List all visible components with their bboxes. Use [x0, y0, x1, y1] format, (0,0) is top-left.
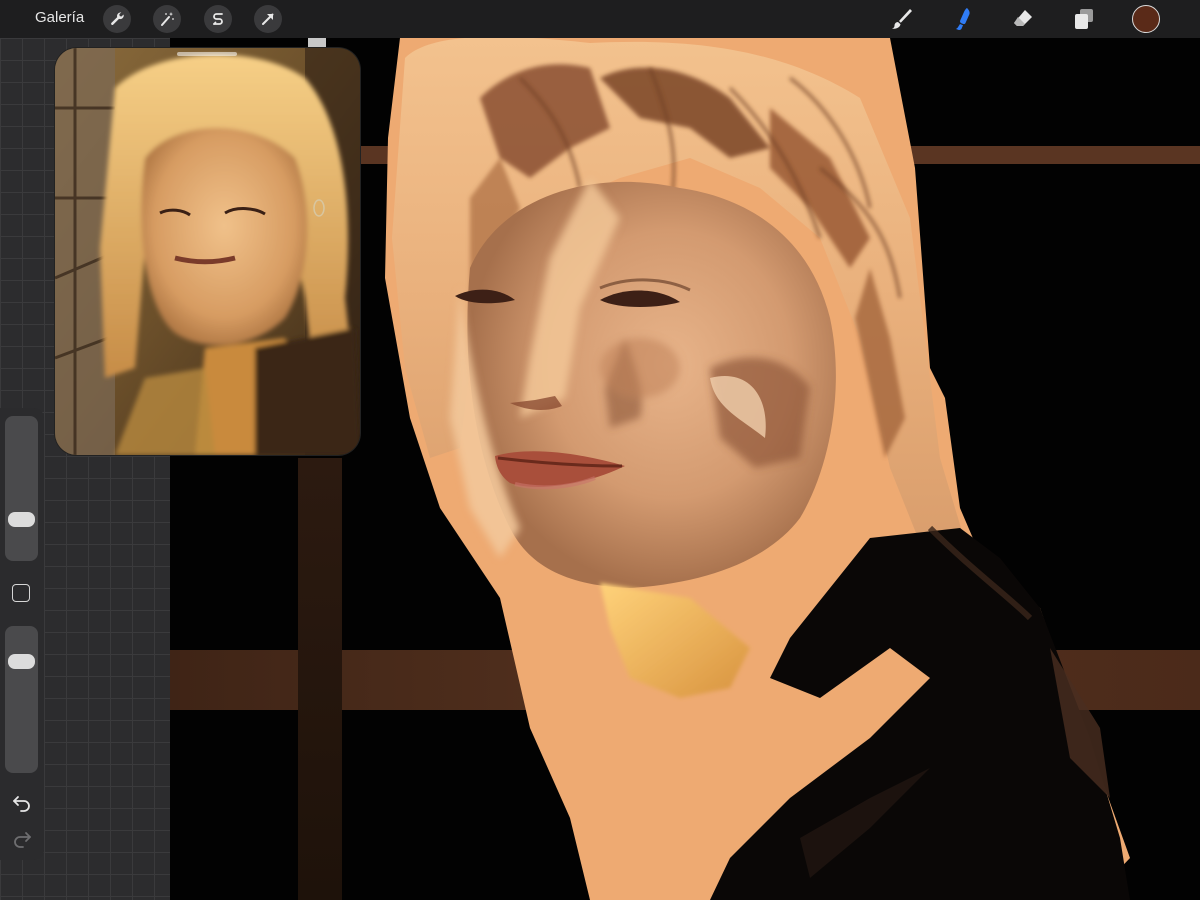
reference-photo-window[interactable]: [55, 48, 360, 455]
smudge-icon: [956, 8, 970, 31]
eraser-icon: [1014, 10, 1032, 26]
undo-icon: [13, 796, 30, 812]
transform-button[interactable]: [254, 5, 282, 33]
undo-button[interactable]: [10, 790, 34, 814]
opacity-slider[interactable]: [5, 626, 38, 773]
adjustments-button[interactable]: [153, 5, 181, 33]
brush-icon: [892, 9, 912, 29]
layers-icon: [1075, 9, 1093, 29]
gallery-button[interactable]: Galería: [35, 9, 84, 26]
selection-icon: [213, 13, 223, 25]
modify-square-icon[interactable]: [12, 584, 30, 602]
procreate-app: Galería: [0, 0, 1200, 900]
brush-size-slider[interactable]: [5, 416, 38, 561]
left-sidebar: [0, 408, 44, 860]
brush-tool[interactable]: [886, 4, 916, 34]
selection-button[interactable]: [204, 5, 232, 33]
reference-window-handle[interactable]: [177, 52, 237, 56]
smudge-tool[interactable]: [948, 4, 978, 34]
reference-photo: [55, 48, 360, 455]
wrench-icon: [111, 12, 124, 26]
top-toolbar: Galería: [0, 0, 1200, 38]
redo-icon: [14, 832, 31, 848]
magic-wand-icon: [161, 12, 174, 26]
brush-size-thumb[interactable]: [8, 512, 35, 527]
layers-tool[interactable]: [1069, 4, 1099, 34]
color-picker-swatch[interactable]: [1132, 5, 1160, 33]
transform-arrow-icon: [262, 13, 274, 25]
actions-button[interactable]: [103, 5, 131, 33]
opacity-thumb[interactable]: [8, 654, 35, 670]
redo-button[interactable]: [10, 826, 34, 850]
eraser-tool[interactable]: [1008, 4, 1038, 34]
